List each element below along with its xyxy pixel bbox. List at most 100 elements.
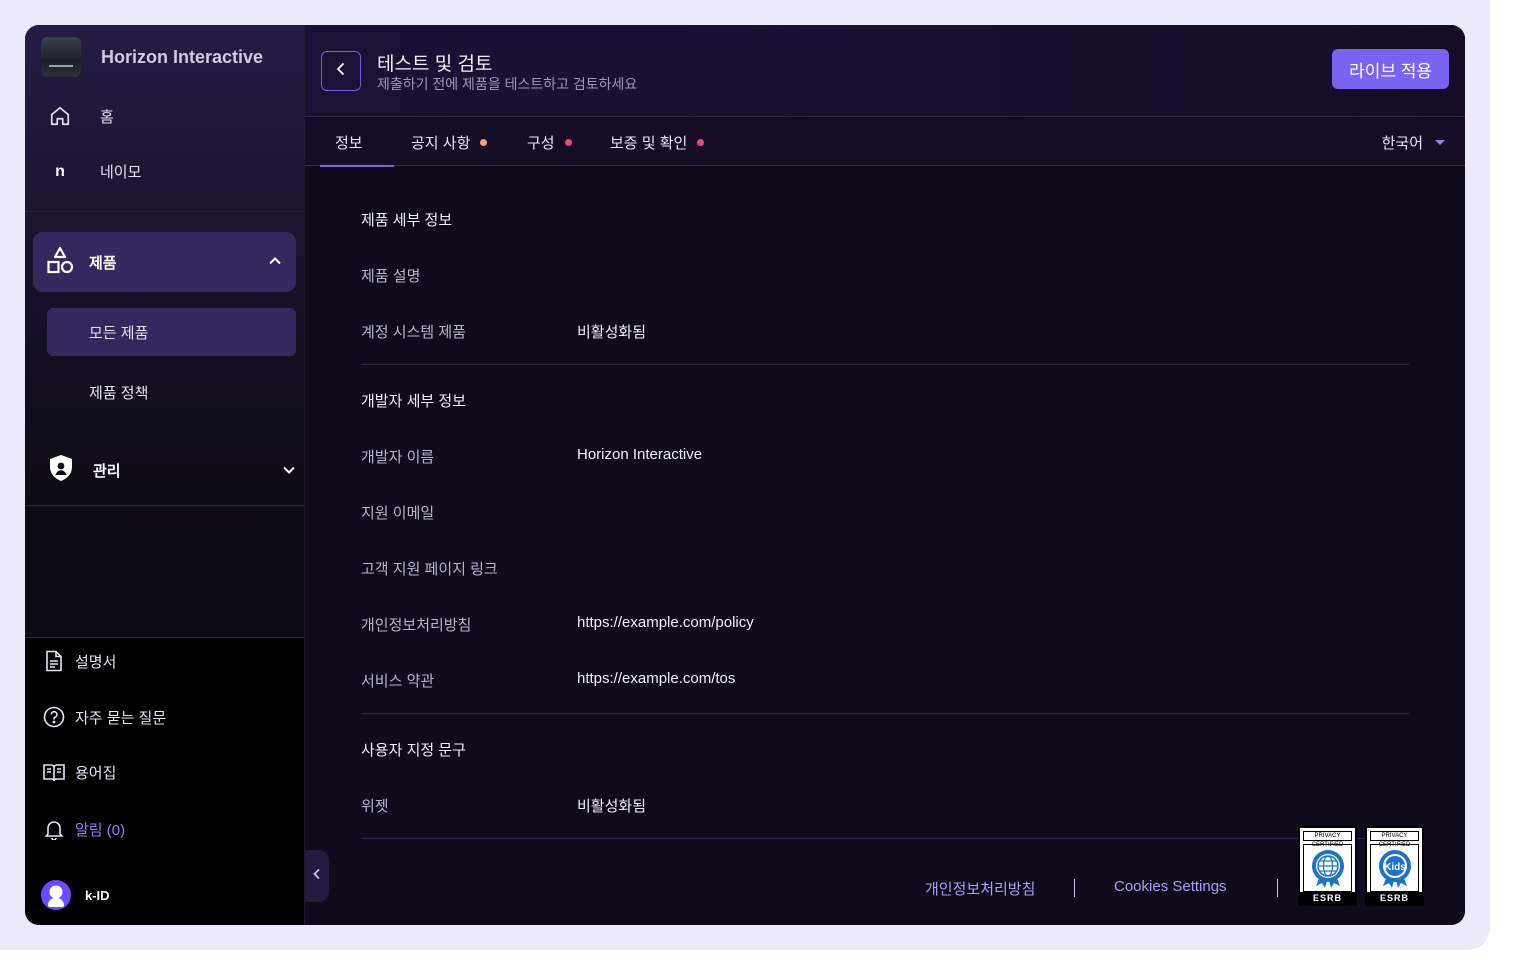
footer-divider xyxy=(1074,879,1075,897)
detail-key: 개발자 이름 xyxy=(361,449,435,466)
book-icon xyxy=(41,763,67,783)
chevron-left-icon xyxy=(335,62,347,81)
seal-brand: ESRB xyxy=(1367,892,1422,904)
section-heading: 개발자 세부 정보 xyxy=(361,393,466,410)
detail-row: 제품 설명 xyxy=(361,265,577,286)
footer-privacy-link[interactable]: 개인정보처리방침 xyxy=(925,878,1035,899)
sidebar-item-label: 제품 정책 xyxy=(89,384,149,402)
section-divider xyxy=(361,364,1409,365)
brand[interactable]: Horizon Interactive xyxy=(41,37,263,77)
sidebar-divider xyxy=(25,211,304,212)
kids-badge-icon: Kids xyxy=(1370,844,1419,892)
shapes-icon xyxy=(45,245,75,280)
sidebar-item-label: 설명서 xyxy=(75,653,117,671)
sidebar-group-label: 제품 xyxy=(89,254,117,272)
home-icon xyxy=(45,105,75,127)
sidebar-item-all-products[interactable]: 모든 제품 xyxy=(47,308,296,356)
tab-label: 공지 사항 xyxy=(411,134,471,152)
tab-info[interactable]: 정보 xyxy=(320,118,393,167)
back-button[interactable] xyxy=(321,51,361,91)
detail-value: Horizon Interactive xyxy=(577,446,703,463)
detail-row: 지원 이메일 xyxy=(361,502,577,523)
sidebar-group-products[interactable]: 제품 xyxy=(33,232,296,292)
sidebar-footer: 설명서 자주 묻는 질문 용어집 알림 (0) k-ID xyxy=(25,637,304,925)
detail-row: 개인정보처리방침 https://example.com/policy xyxy=(361,614,754,635)
avatar xyxy=(41,880,71,910)
detail-key: 개인정보처리방침 xyxy=(361,617,472,634)
detail-row: 고객 지원 페이지 링크 xyxy=(361,558,577,579)
sidebar-item-label: 용어집 xyxy=(75,765,117,782)
help-circle-icon xyxy=(41,706,67,728)
section-heading: 사용자 지정 문구 xyxy=(361,742,466,759)
footer-divider xyxy=(1277,879,1278,897)
apply-live-button[interactable]: 라이브 적용 xyxy=(1332,49,1449,89)
sidebar-item-label: 알림 (0) xyxy=(75,821,126,839)
detail-row: 개발자 이름 Horizon Interactive xyxy=(361,446,702,467)
tab-label: 보증 및 확인 xyxy=(610,134,688,152)
detail-row: 위젯 비활성화됨 xyxy=(361,795,646,816)
detail-key: 계정 시스템 제품 xyxy=(361,324,466,341)
privacy-policy-link[interactable]: https://example.com/policy xyxy=(577,614,754,635)
user-name: k-ID xyxy=(85,887,110,903)
sidebar-item-faq[interactable]: 자주 묻는 질문 xyxy=(41,706,166,728)
app-window: Horizon Interactive 홈 n 네이모 제품 모든 제품 제품 … xyxy=(25,25,1465,925)
tab-assurance[interactable]: 보증 및 확인 xyxy=(610,118,705,166)
seal-caption: PRIVACY CERTIFIED xyxy=(1303,831,1352,848)
sidebar-item-naimo[interactable]: n 네이모 xyxy=(45,161,141,182)
globe-icon xyxy=(1303,844,1352,892)
brand-name: Horizon Interactive xyxy=(101,46,264,67)
language-label: 한국어 xyxy=(1381,134,1423,152)
detail-key: 서비스 약관 xyxy=(361,673,435,690)
chevron-left-icon xyxy=(312,867,322,885)
sidebar-item-label: 모든 제품 xyxy=(89,324,149,342)
detail-key: 지원 이메일 xyxy=(361,505,435,522)
sidebar-item-home[interactable]: 홈 xyxy=(45,105,114,127)
page-title: 테스트 및 검토 xyxy=(377,54,493,75)
naimo-icon: n xyxy=(55,162,65,180)
status-dot xyxy=(480,138,488,146)
tab-config[interactable]: 구성 xyxy=(527,118,572,166)
detail-value: 비활성화됨 xyxy=(577,798,647,815)
section-heading: 제품 세부 정보 xyxy=(361,212,453,229)
detail-key: 제품 설명 xyxy=(361,268,421,285)
bell-icon xyxy=(41,818,67,840)
detail-key: 고객 지원 페이지 링크 xyxy=(361,561,498,578)
language-select[interactable]: 한국어 xyxy=(1382,118,1445,166)
sidebar-group-label: 관리 xyxy=(93,462,121,480)
tab-label: 구성 xyxy=(527,134,555,152)
sidebar: Horizon Interactive 홈 n 네이모 제품 모든 제품 제품 … xyxy=(25,25,305,925)
tab-bar: 정보 공지 사항 구성 보증 및 확인 한국어 xyxy=(305,118,1465,167)
detail-value: 비활성화됨 xyxy=(577,324,647,341)
esrb-privacy-seal[interactable]: PRIVACY CERTIFIED ESRB xyxy=(1298,826,1357,906)
status-dot xyxy=(564,138,572,146)
user-profile[interactable]: k-ID xyxy=(41,880,110,910)
seal-brand: ESRB xyxy=(1300,892,1355,904)
chevron-up-icon[interactable] xyxy=(268,254,282,273)
tab-label: 정보 xyxy=(335,134,363,152)
sidebar-item-alerts[interactable]: 알림 (0) xyxy=(41,818,125,840)
sidebar-item-docs[interactable]: 설명서 xyxy=(41,650,116,672)
sidebar-item-product-policy[interactable]: 제품 정책 xyxy=(47,368,296,416)
seal-caption: PRIVACY CERTIFIED xyxy=(1370,831,1419,848)
terms-link[interactable]: https://example.com/tos xyxy=(577,670,735,691)
footer-cookies-link[interactable]: Cookies Settings xyxy=(1114,878,1227,895)
chevron-down-icon[interactable] xyxy=(282,463,296,482)
esrb-kids-seal[interactable]: PRIVACY CERTIFIED Kids ESRB xyxy=(1365,826,1424,906)
document-icon xyxy=(41,650,67,672)
detail-key: 위젯 xyxy=(361,798,389,815)
detail-row: 서비스 약관 https://example.com/tos xyxy=(361,670,735,691)
sidebar-group-admin[interactable]: 관리 xyxy=(45,454,296,485)
shield-user-icon xyxy=(45,452,77,489)
page-subtitle: 제출하기 전에 제품을 테스트하고 검토하세요 xyxy=(377,76,638,92)
section-divider xyxy=(361,713,1409,714)
tab-notices[interactable]: 공지 사항 xyxy=(411,118,488,166)
page-header: 테스트 및 검토 제출하기 전에 제품을 테스트하고 검토하세요 라이브 적용 xyxy=(305,25,1465,117)
sidebar-item-label: 홈 xyxy=(100,108,114,126)
detail-row: 계정 시스템 제품 비활성화됨 xyxy=(361,321,646,342)
seal-center-text: Kids xyxy=(1384,862,1406,873)
main-panel: 테스트 및 검토 제출하기 전에 제품을 테스트하고 검토하세요 라이브 적용 … xyxy=(305,25,1465,925)
sidebar-item-label: 네이모 xyxy=(100,164,142,181)
sidebar-item-glossary[interactable]: 용어집 xyxy=(41,762,116,783)
collapse-sidebar-button[interactable] xyxy=(305,850,329,902)
caret-down-icon xyxy=(1435,139,1445,145)
